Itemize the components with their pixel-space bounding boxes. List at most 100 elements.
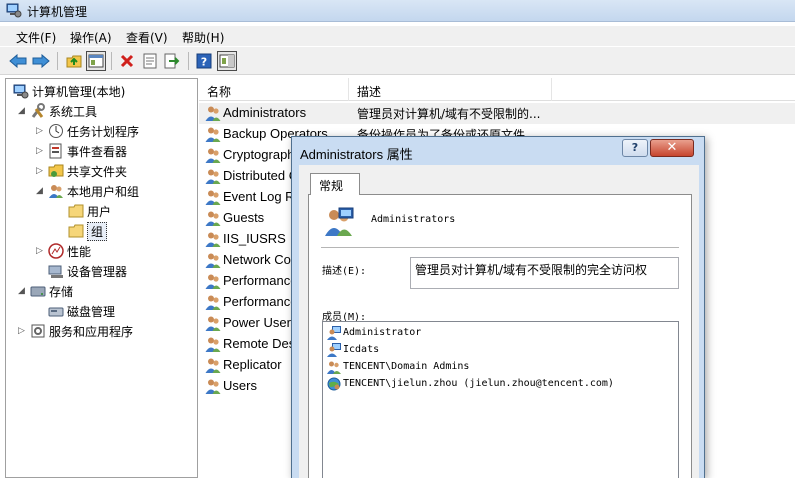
collapsed-arrow-icon[interactable]: ▷ [18, 326, 28, 336]
show-tree-icon[interactable] [86, 51, 106, 71]
expanded-arrow-icon[interactable]: ◢ [18, 106, 28, 116]
services-icon [31, 324, 45, 338]
shared-folder-icon [48, 164, 64, 177]
tree-item-groups[interactable]: 组 [66, 221, 108, 241]
row-name: Power Users [223, 315, 298, 330]
tree-item-performance[interactable]: ▷ 性能 [36, 241, 91, 261]
up-folder-icon[interactable] [64, 51, 84, 71]
clock-icon [49, 124, 63, 138]
member-item[interactable]: TENCENT\jielun.zhou (jielun.zhou@tencent… [327, 375, 614, 392]
toolbar-separator [57, 52, 58, 70]
row-name: Users [223, 378, 257, 393]
group-name: Administrators [371, 214, 456, 225]
column-divider[interactable] [348, 78, 349, 101]
tools-icon [31, 103, 45, 118]
window-title: 计算机管理 [27, 5, 88, 19]
tree-item-system-tools[interactable]: ◢ 系统工具 [18, 101, 97, 121]
tree-label: 事件查看器 [67, 144, 128, 159]
expanded-arrow-icon[interactable]: ◢ [18, 286, 28, 296]
user-icon [327, 342, 341, 357]
performance-icon [48, 243, 64, 259]
computer-management-icon [13, 84, 29, 99]
tree-label: 设备管理器 [67, 264, 128, 279]
tree-label: 磁盘管理 [67, 304, 116, 319]
properties-dialog: Administrators 属性 ? ✕ Administrators 描述(… [291, 136, 705, 478]
user-icon [327, 325, 341, 340]
member-item[interactable]: Administrator [327, 324, 421, 341]
group-icon [205, 336, 221, 352]
menu-action[interactable]: 操作(A) [70, 29, 112, 46]
folder-icon [68, 224, 84, 238]
menu-view[interactable]: 查看(V) [126, 29, 168, 46]
column-divider[interactable] [551, 78, 552, 101]
tree-label: 存储 [49, 284, 74, 299]
title-bar: 计算机管理 [0, 0, 795, 22]
toolbar-separator [188, 52, 189, 70]
tab-general[interactable]: 常规 [310, 173, 360, 195]
member-name: Icdats [343, 344, 380, 355]
forward-icon[interactable] [31, 51, 51, 71]
tree-item-services-apps[interactable]: ▷ 服务和应用程序 [18, 321, 133, 341]
menu-help[interactable]: 帮助(H) [182, 29, 224, 46]
domain-user-icon [327, 377, 341, 390]
expanded-arrow-icon[interactable]: ◢ [36, 186, 46, 196]
member-name: TENCENT\Domain Admins [343, 361, 470, 372]
group-icon [205, 126, 221, 142]
collapsed-arrow-icon[interactable]: ▷ [36, 166, 46, 176]
group-icon [205, 189, 221, 205]
collapsed-arrow-icon[interactable]: ▷ [36, 146, 46, 156]
row-name: Administrators [223, 105, 307, 120]
tree-label: 用户 [87, 204, 112, 219]
menu-file[interactable]: 文件(F) [16, 29, 56, 46]
tree-label: 本地用户和组 [67, 184, 140, 199]
column-header-name[interactable]: 名称 [207, 83, 231, 100]
help-button[interactable]: ? [622, 139, 648, 157]
table-row[interactable]: Administrators 管理员对计算机/域有不受限制的... [199, 103, 795, 124]
disk-icon [48, 307, 64, 317]
member-item[interactable]: Icdats [327, 341, 379, 358]
tree-label: 任务计划程序 [67, 124, 140, 139]
delete-icon[interactable] [117, 51, 137, 71]
column-header-description[interactable]: 描述 [357, 83, 381, 100]
description-label: 描述(E): [322, 266, 367, 277]
group-icon [327, 361, 341, 374]
folder-icon [68, 204, 84, 218]
back-icon[interactable] [8, 51, 28, 71]
tree-label: 性能 [67, 244, 92, 259]
properties-icon[interactable] [140, 51, 160, 71]
collapsed-arrow-icon[interactable]: ▷ [36, 246, 46, 256]
tree-label: 系统工具 [49, 104, 98, 119]
group-icon [205, 315, 221, 331]
group-icon [205, 252, 221, 268]
group-icon [325, 207, 354, 236]
members-list[interactable]: Administrator Icdats TENCENT\Domain Admi… [322, 321, 679, 478]
tree-item-shared-folders[interactable]: ▷ 共享文件夹 [36, 161, 127, 181]
device-manager-icon [48, 265, 63, 278]
tree-item-event-viewer[interactable]: ▷ 事件查看器 [36, 141, 127, 161]
dialog-body: Administrators 描述(E): 管理员对计算机/域有不受限制的完全访… [299, 165, 699, 478]
row-name: Replicator [223, 357, 282, 372]
export-icon[interactable] [162, 51, 182, 71]
close-button[interactable]: ✕ [650, 139, 694, 157]
tree-item-task-scheduler[interactable]: ▷ 任务计划程序 [36, 121, 139, 141]
tree-item-users[interactable]: 用户 [66, 201, 111, 221]
action-pane-icon[interactable] [217, 51, 237, 71]
row-name: IIS_IUSRS [223, 231, 286, 246]
tree-label: 计算机管理(本地) [32, 84, 126, 99]
description-field[interactable]: 管理员对计算机/域有不受限制的完全访问权 [410, 257, 679, 289]
tree-item-local-users-groups[interactable]: ◢ 本地用户和组 [36, 181, 139, 201]
tree-item-root[interactable]: 计算机管理(本地) [11, 81, 125, 101]
toolbar: ? [0, 47, 795, 75]
group-icon [205, 357, 221, 373]
help-icon[interactable]: ? [194, 51, 214, 71]
svg-text:?: ? [201, 56, 207, 69]
tree-item-device-manager[interactable]: 设备管理器 [46, 261, 127, 281]
row-name: Guests [223, 210, 265, 225]
tree-item-storage[interactable]: ◢ 存储 [18, 281, 73, 301]
member-item[interactable]: TENCENT\Domain Admins [327, 358, 469, 375]
collapsed-arrow-icon[interactable]: ▷ [36, 126, 46, 136]
dialog-title: Administrators 属性 [300, 147, 413, 162]
tree-item-disk-management[interactable]: 磁盘管理 [46, 301, 115, 321]
users-icon [49, 185, 63, 198]
tree-label: 服务和应用程序 [49, 324, 134, 339]
